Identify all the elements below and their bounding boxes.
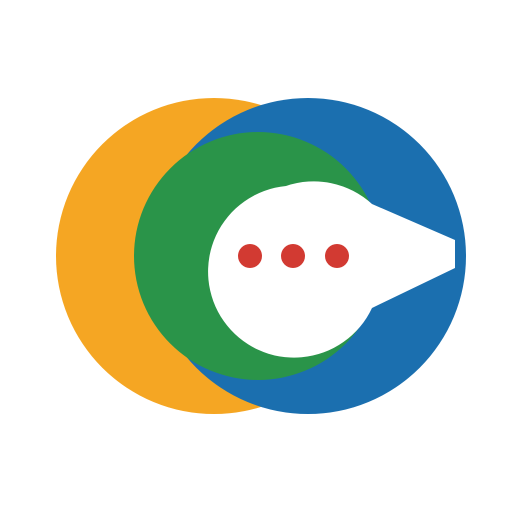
chat-bubble-logo-icon [56, 98, 466, 414]
dot-1 [238, 244, 262, 268]
dot-2 [281, 244, 305, 268]
dot-3 [325, 244, 349, 268]
app-logo [0, 0, 512, 512]
